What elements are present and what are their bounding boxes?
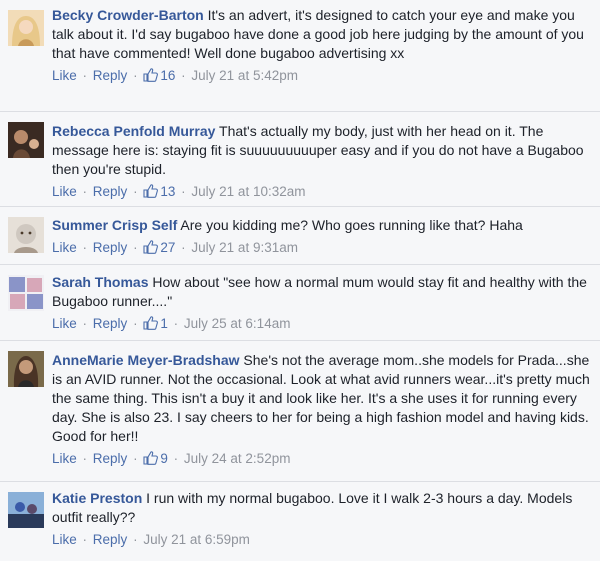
separator: · [181,68,186,83]
separator: · [133,316,138,331]
like-count[interactable]: 1 [143,316,171,331]
reply-link[interactable]: Reply [93,532,128,547]
comment: Katie Preston I run with my normal bugab… [0,482,600,561]
like-link[interactable]: Like [52,240,77,255]
comment-actions: Like · Reply · 27 · July 21 at 9:31am [52,238,590,257]
thumbs-up-icon [143,240,159,254]
comment-author-link[interactable]: AnneMarie Meyer-Bradshaw [52,352,240,368]
comment-author-link[interactable]: Becky Crowder-Barton [52,7,204,23]
comment-timestamp[interactable]: July 24 at 2:52pm [184,451,291,466]
comment-actions: Like · Reply · 9 · July 24 at 2:52pm [52,449,590,468]
like-count-number: 1 [160,316,168,331]
like-count-number: 13 [160,184,176,199]
like-count-number: 16 [160,68,176,83]
separator: · [82,184,88,199]
separator: · [82,240,88,255]
separator: · [133,68,138,83]
comment-actions: Like · Reply · July 21 at 6:59pm [52,530,590,549]
like-link[interactable]: Like [52,184,77,199]
thumbs-up-icon [143,68,159,82]
comment-timestamp[interactable]: July 21 at 9:31am [191,240,298,255]
like-count-number: 27 [160,240,176,255]
thumbs-up-icon [143,316,159,330]
avatar[interactable] [8,492,44,528]
like-count[interactable]: 27 [143,240,179,255]
comment: AnneMarie Meyer-Bradshaw She's not the a… [0,341,600,482]
reply-link[interactable]: Reply [93,240,128,255]
reply-link[interactable]: Reply [93,184,128,199]
separator: · [133,532,138,547]
comment: Becky Crowder-Barton It's an advert, it'… [0,0,600,112]
comment-author-link[interactable]: Sarah Thomas [52,274,148,290]
avatar[interactable] [8,10,44,46]
thumbs-up-icon [143,451,159,465]
comment: Rebecca Penfold Murray That's actually m… [0,112,600,207]
comment-author-link[interactable]: Katie Preston [52,490,142,506]
like-count[interactable]: 9 [143,451,171,466]
reply-link[interactable]: Reply [93,68,128,83]
reply-link[interactable]: Reply [93,316,128,331]
comment-feed: Becky Crowder-Barton It's an advert, it'… [0,0,600,561]
comment-timestamp[interactable]: July 21 at 10:32am [191,184,305,199]
comment-timestamp[interactable]: July 21 at 6:59pm [143,532,250,547]
like-link[interactable]: Like [52,316,77,331]
separator: · [82,68,88,83]
comment-author-link[interactable]: Rebecca Penfold Murray [52,123,215,139]
separator: · [133,451,138,466]
like-count-number: 9 [160,451,168,466]
separator: · [82,532,88,547]
comment: Summer Crisp Self Are you kidding me? Wh… [0,207,600,265]
comment-author-link[interactable]: Summer Crisp Self [52,217,177,233]
separator: · [133,184,138,199]
separator: · [82,316,88,331]
comment-text: Are you kidding me? Who goes running lik… [180,217,523,233]
reply-link[interactable]: Reply [93,451,128,466]
comment: Sarah Thomas How about "see how a normal… [0,265,600,341]
comment-actions: Like · Reply · 1 · July 25 at 6:14am [52,314,590,333]
avatar[interactable] [8,275,44,311]
avatar[interactable] [8,122,44,158]
like-count[interactable]: 13 [143,184,179,199]
comment-actions: Like · Reply · 13 · July 21 at 10:32am [52,182,590,201]
like-link[interactable]: Like [52,451,77,466]
like-link[interactable]: Like [52,532,77,547]
comment-actions: Like · Reply · 16 · July 21 at 5:42pm [52,66,590,85]
separator: · [173,316,179,331]
like-count[interactable]: 16 [143,68,179,83]
thumbs-up-icon [143,184,159,198]
separator: · [181,240,186,255]
avatar[interactable] [8,217,44,253]
separator: · [133,240,138,255]
comment-timestamp[interactable]: July 25 at 6:14am [184,316,291,331]
separator: · [82,451,88,466]
separator: · [173,451,179,466]
separator: · [181,184,186,199]
like-link[interactable]: Like [52,68,77,83]
avatar[interactable] [8,351,44,387]
comment-timestamp[interactable]: July 21 at 5:42pm [191,68,298,83]
